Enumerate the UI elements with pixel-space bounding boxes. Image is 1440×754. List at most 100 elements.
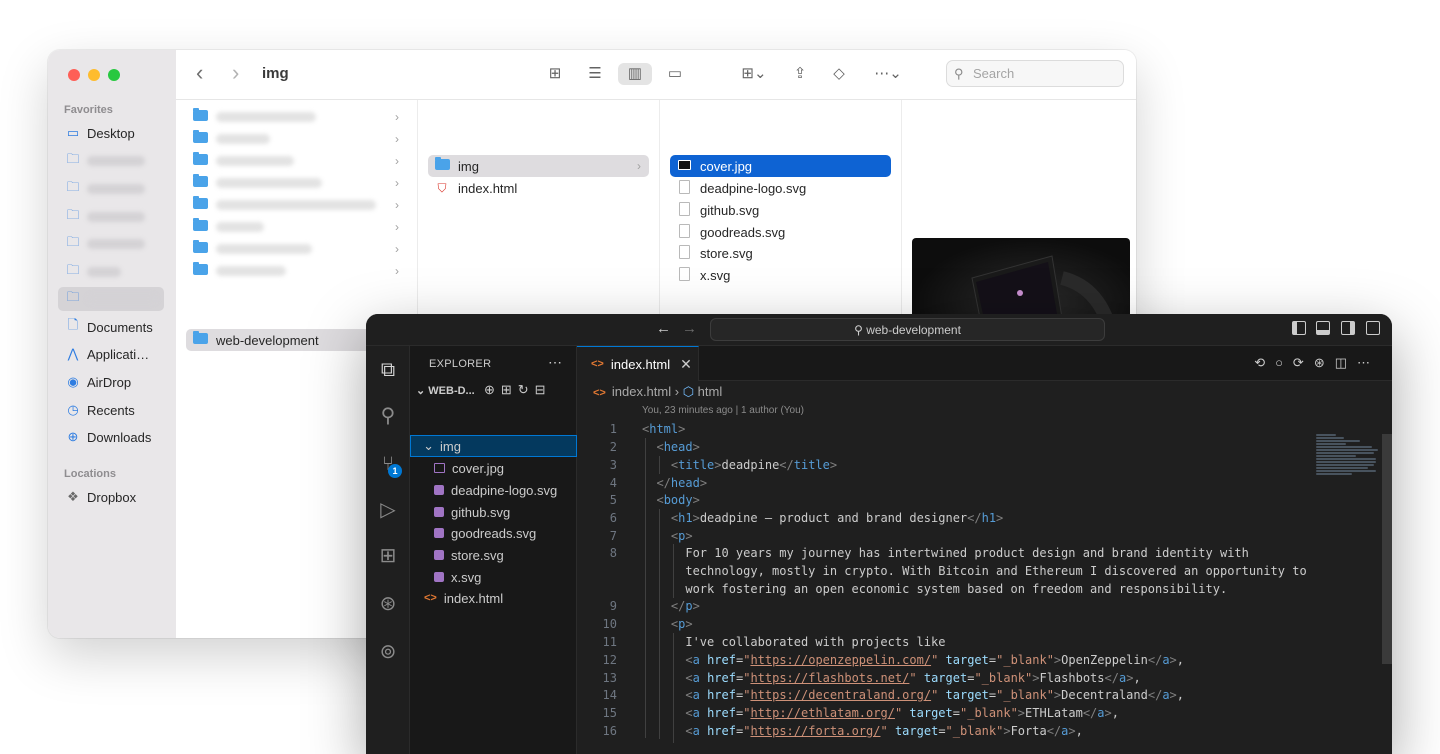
breadcrumb-file[interactable]: index.html: [612, 384, 671, 399]
chevron-right-icon: ›: [395, 220, 399, 234]
forward-button[interactable]: ›: [232, 62, 239, 84]
list-view-icon[interactable]: ☰: [583, 63, 607, 85]
list-item[interactable]: store.svg: [670, 242, 891, 264]
svg-file-icon: [434, 550, 444, 560]
list-item[interactable]: ›: [186, 128, 407, 150]
blurred-label: [216, 178, 322, 188]
line-content: <a href="http://ethlatam.org/" target="_…: [685, 706, 1119, 720]
sidebar-item-folder-selected[interactable]: 🗀: [58, 287, 164, 311]
blurred-label: [216, 222, 264, 232]
icon-view-icon[interactable]: ⊞: [543, 63, 567, 85]
zoom-window-button[interactable]: [108, 69, 120, 81]
list-item[interactable]: ›: [186, 194, 407, 216]
close-icon[interactable]: ✕: [680, 356, 692, 373]
sidebar-item-documents[interactable]: 🗋 Documents: [58, 315, 164, 339]
folder-icon: [192, 331, 208, 344]
list-item[interactable]: goodreads.svg: [670, 221, 891, 243]
git-history-icon[interactable]: ⊚: [374, 638, 402, 666]
link-url[interactable]: https://flashbots.net/: [750, 671, 909, 685]
explorer-icon[interactable]: ⧉: [374, 356, 402, 384]
group-menu-icon[interactable]: ⊞⌄: [734, 63, 774, 85]
explorer-actions[interactable]: ⊕⊞↻⊟: [484, 382, 552, 398]
sidebar-item-folder[interactable]: 🗀: [58, 149, 164, 173]
link-url[interactable]: https://openzeppelin.com/: [750, 653, 931, 667]
back-button[interactable]: ‹: [196, 62, 203, 84]
more-icon[interactable]: ⋯: [548, 354, 562, 371]
link-url[interactable]: https://forta.org/: [750, 724, 880, 738]
breadcrumb-symbol[interactable]: html: [698, 384, 723, 399]
tree-folder-img[interactable]: ⌄ img: [410, 435, 577, 457]
search-field[interactable]: ⚲ Search: [946, 60, 1124, 87]
list-item[interactable]: ›: [186, 216, 407, 238]
tree-file[interactable]: deadpine-logo.svg: [410, 479, 577, 501]
search-icon[interactable]: ⚲: [374, 402, 402, 430]
list-item[interactable]: ›: [186, 238, 407, 260]
document-icon: 🗋: [67, 317, 79, 332]
list-item[interactable]: ⛉ index.html: [428, 177, 649, 199]
tree-file[interactable]: cover.jpg: [410, 457, 577, 479]
column-view-icon[interactable]: ▥: [618, 63, 652, 85]
editor-actions[interactable]: ⟲○⟳⊛◫⋯: [1254, 355, 1380, 371]
tree-file[interactable]: github.svg: [410, 501, 577, 523]
sidebar-item-recents[interactable]: ◷ Recents: [58, 398, 164, 422]
chevron-right-icon: ›: [395, 198, 399, 212]
toggle-sidebar-icon[interactable]: [1292, 321, 1306, 335]
dropbox-icon: ❖: [67, 489, 79, 504]
back-arrow-icon[interactable]: ←: [656, 320, 671, 337]
link-url[interactable]: http://ethlatam.org/: [750, 706, 895, 720]
extensions-icon[interactable]: ⊞: [374, 542, 402, 570]
sidebar-item-folder[interactable]: 🗀: [58, 205, 164, 229]
git-graph-icon[interactable]: ⊛: [374, 590, 402, 618]
finder-sidebar: Favorites ▭ Desktop 🗀 🗀 🗀 🗀 🗀 🗀 🗋 Document…: [48, 50, 176, 638]
tree-file[interactable]: store.svg: [410, 544, 577, 566]
minimap[interactable]: [1316, 434, 1380, 490]
run-debug-icon[interactable]: ▷: [374, 496, 402, 524]
line-content: <html>: [642, 422, 686, 436]
list-item-selected[interactable]: cover.jpg: [670, 155, 891, 177]
list-item[interactable]: ›: [186, 106, 407, 128]
link-label: Decentraland: [1061, 688, 1148, 702]
list-item[interactable]: github.svg: [670, 199, 891, 221]
tree-file[interactable]: goodreads.svg: [410, 522, 577, 544]
sidebar-item-applications[interactable]: ⋀ Applicati…: [58, 342, 164, 366]
command-center[interactable]: ⚲ web-development: [710, 318, 1105, 341]
tree-file[interactable]: x.svg: [410, 566, 577, 588]
list-item[interactable]: deadpine-logo.svg: [670, 177, 891, 199]
tree-file[interactable]: <> index.html: [410, 587, 577, 609]
close-window-button[interactable]: [68, 69, 80, 81]
code-line: 5 <body>: [577, 491, 1392, 509]
share-icon[interactable]: ⇪: [788, 63, 812, 85]
blurred-label: [87, 212, 145, 222]
list-item[interactable]: x.svg: [670, 264, 891, 286]
list-item[interactable]: ›: [186, 260, 407, 282]
code-line: 12 <a href="https://openzeppelin.com/" t…: [577, 651, 1392, 669]
sidebar-item-folder[interactable]: 🗀: [58, 177, 164, 201]
file-icon: [678, 201, 690, 216]
blurred-label: [216, 266, 286, 276]
sidebar-item-folder[interactable]: 🗀: [58, 260, 164, 284]
customize-layout-icon[interactable]: [1366, 321, 1380, 335]
toggle-panel-icon[interactable]: [1316, 321, 1330, 335]
forward-arrow-icon[interactable]: →: [682, 320, 697, 337]
toggle-secondary-sidebar-icon[interactable]: [1341, 321, 1355, 335]
code-line: 6 <h1>deadpine – product and brand desig…: [577, 509, 1392, 527]
sidebar-item-dropbox[interactable]: ❖ Dropbox: [58, 485, 164, 509]
list-item[interactable]: ›: [186, 172, 407, 194]
list-item[interactable]: ›: [186, 150, 407, 172]
workspace-section[interactable]: ⌄ WEB-D...: [416, 384, 475, 397]
gallery-view-icon[interactable]: ▭: [663, 63, 687, 85]
tag-icon[interactable]: ◇: [827, 63, 851, 85]
sidebar-item-downloads[interactable]: ⊕ Downloads: [58, 425, 164, 449]
image-file-icon: [677, 160, 691, 170]
minimize-window-button[interactable]: [88, 69, 100, 81]
folder-icon: 🗀: [66, 179, 80, 194]
link-url[interactable]: https://decentraland.org/: [750, 688, 931, 702]
sidebar-item-desktop[interactable]: ▭ Desktop: [58, 121, 164, 145]
symbol-icon: ⬡: [682, 384, 695, 399]
more-actions-icon[interactable]: ⋯⌄: [868, 63, 908, 85]
list-item-selected[interactable]: img ›: [428, 155, 649, 177]
tab-index-html[interactable]: <> index.html ✕: [577, 346, 699, 381]
vertical-scrollbar[interactable]: [1382, 434, 1392, 664]
sidebar-item-folder[interactable]: 🗀: [58, 232, 164, 256]
sidebar-item-airdrop[interactable]: ◉ AirDrop: [58, 370, 164, 394]
